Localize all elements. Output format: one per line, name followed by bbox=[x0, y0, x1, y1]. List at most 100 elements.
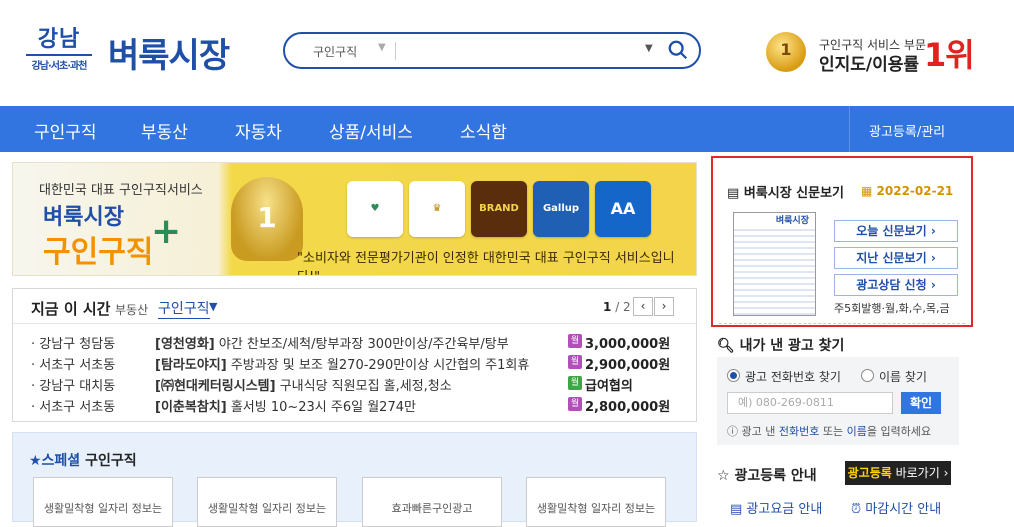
banner-line3: 구인구직 bbox=[43, 235, 154, 270]
nav-item-cars[interactable]: 자동차 bbox=[235, 118, 282, 143]
logo-gangnam-text: 강남 bbox=[37, 27, 81, 52]
newspaper-date-text: 2022-02-21 bbox=[876, 184, 954, 198]
gangnam-logo[interactable]: 강남 강남·서초·과천 bbox=[26, 28, 92, 72]
register-shortcut-button[interactable]: 광고등록 바로가기 › bbox=[845, 461, 951, 485]
special-card[interactable]: 생활밀착형 일자리 정보는 bbox=[526, 477, 666, 527]
nav-item-goods[interactable]: 상품/서비스 bbox=[329, 118, 413, 143]
pager: 1 / 2 bbox=[603, 300, 631, 314]
next-page-button[interactable]: › bbox=[654, 297, 674, 316]
nav-item-jobs[interactable]: 구인구직 bbox=[34, 118, 97, 143]
listing-row[interactable]: · 서초구 서초동 [탐라도야지] 주방과장 및 보조 월270-290만이상 … bbox=[13, 352, 696, 373]
now-listing-box: 지금 이 시간 부동산 구인구직 ▼ 1 / 2 ‹ › · 강남구 청담동 [… bbox=[12, 288, 697, 422]
hint-phone: 전화번호 bbox=[778, 425, 820, 438]
award-badge-brand: BRAND bbox=[471, 181, 527, 237]
prev-page-button[interactable]: ‹ bbox=[633, 297, 653, 316]
publish-schedule: 주5회발행·월,화,수,목,금 bbox=[834, 302, 950, 315]
pager-total: / 2 bbox=[615, 300, 631, 314]
award-badge-crown-icon: ♛ bbox=[409, 181, 465, 237]
pay-type-badge: 월 bbox=[568, 376, 582, 390]
now-tab-jobs[interactable]: 구인구직 bbox=[158, 298, 210, 319]
ad-price-link-text: 광고요금 안내 bbox=[746, 502, 823, 517]
dropdown-arrow-icon[interactable]: ▼ bbox=[645, 43, 653, 54]
ad-consult-button[interactable]: 광고상담 신청 › bbox=[834, 274, 958, 296]
listing-location: · 서초구 서초동 bbox=[31, 358, 116, 373]
caret-down-icon[interactable]: ▼ bbox=[209, 300, 217, 313]
star-icon: ☆ bbox=[717, 468, 735, 484]
newspaper-inner: ▤ 벼룩시장 신문보기 ▦ 2022-02-21 벼룩시장 오늘 신문보기 › … bbox=[719, 162, 965, 324]
medal-number: 1 bbox=[780, 40, 792, 59]
listing-text: 구내식당 직원모집 홀,세정,청소 bbox=[275, 379, 452, 394]
listing-location: · 강남구 대치동 bbox=[31, 379, 116, 394]
best-medal-icon: 1 bbox=[766, 32, 806, 72]
pager-current: 1 bbox=[603, 300, 612, 314]
register-btn-highlight: 광고등록 bbox=[847, 466, 892, 480]
pay-type-badge: 월 bbox=[568, 334, 582, 348]
trophy-number: 1 bbox=[257, 201, 277, 234]
pay-type-badge: 월 bbox=[568, 397, 582, 411]
find-ad-title: 🔍︎ 내가 낸 광고 찾기 bbox=[717, 335, 844, 355]
phone-search-radio[interactable] bbox=[727, 369, 740, 382]
promo-banner[interactable]: 대한민국 대표 구인구직서비스 벼룩시장 구인구직 + 1 ♥ ♛ BRAND … bbox=[12, 162, 697, 276]
site-logo[interactable]: 벼룩시장 bbox=[108, 28, 230, 77]
search-bar: 구인구직 ▼ ▼ bbox=[283, 32, 701, 69]
special-title: ★스페셜 구인구직 bbox=[29, 450, 137, 470]
listing-row[interactable]: · 강남구 대치동 [㈜현대케터링시스템] 구내식당 직원모집 홀,세정,청소 … bbox=[13, 373, 696, 394]
find-ad-box: 광고 전화번호 찾기 이름 찾기 예) 080-269-0811 확인 ⓘ 광고… bbox=[717, 357, 959, 445]
nav-item-realestate[interactable]: 부동산 bbox=[141, 118, 188, 143]
phone-input[interactable]: 예) 080-269-0811 bbox=[727, 392, 893, 414]
newspaper-thumbnail[interactable]: 벼룩시장 bbox=[733, 212, 816, 316]
award-badge-aa: AA bbox=[595, 181, 651, 237]
calendar-icon: ▦ bbox=[861, 184, 877, 198]
ad-price-link[interactable]: ▤ 광고요금 안내 bbox=[730, 498, 822, 517]
listing-desc: [이춘복참치] 홀서빙 10~23시 주6일 월274만 bbox=[155, 396, 416, 415]
banner-line1: 대한민국 대표 구인구직서비스 bbox=[39, 183, 203, 198]
special-section: ★스페셜 구인구직 생활밀착형 일자리 정보는 생활밀착형 일자리 정보는 효과… bbox=[12, 432, 697, 527]
listing-amount: 급여협의 bbox=[585, 379, 633, 394]
listing-company: [탐라도야지] bbox=[155, 358, 227, 373]
listing-amount: 2,900,000원 bbox=[585, 358, 671, 373]
listing-row[interactable]: · 서초구 서초동 [이춘복참치] 홀서빙 10~23시 주6일 월274만 월… bbox=[13, 394, 696, 415]
search-category-select[interactable]: 구인구직 bbox=[313, 43, 357, 60]
nav-item-news[interactable]: 소식함 bbox=[460, 118, 507, 143]
register-btn-text: 바로가기 › bbox=[891, 466, 949, 480]
special-card[interactable]: 생활밀착형 일자리 정보는 bbox=[197, 477, 337, 527]
hint-name: 이름 bbox=[846, 425, 867, 438]
name-search-label[interactable]: 이름 찾기 bbox=[879, 368, 927, 385]
listing-row[interactable]: · 강남구 청담동 [영천영화] 야간 찬보조/세척/탕부과장 300만이상/주… bbox=[13, 331, 696, 352]
trophy-icon: 1 bbox=[231, 177, 303, 261]
pay-type-badge: 월 bbox=[568, 355, 582, 369]
listing-text: 주방과장 및 보조 월270-290만이상 시간협의 주1회휴 bbox=[226, 358, 530, 373]
phone-search-label[interactable]: 광고 전화번호 찾기 bbox=[745, 368, 841, 385]
now-title: 지금 이 시간 bbox=[31, 300, 111, 318]
past-paper-button[interactable]: 지난 신문보기 › bbox=[834, 247, 958, 269]
listing-desc: [탐라도야지] 주방과장 및 보조 월270-290만이상 시간협의 주1회휴 bbox=[155, 354, 529, 373]
newspaper-box: ▤ 벼룩시장 신문보기 ▦ 2022-02-21 벼룩시장 오늘 신문보기 › … bbox=[711, 156, 973, 327]
listing-text: 홀서빙 10~23시 주6일 월274만 bbox=[226, 400, 416, 415]
search-icon[interactable] bbox=[667, 38, 689, 62]
special-card[interactable]: 효과빠른구인광고 bbox=[362, 477, 502, 527]
listing-text: 야간 찬보조/세척/탕부과장 300만이상/주간육부/탕부 bbox=[214, 337, 509, 352]
deadline-link[interactable]: ⏰︎ 마감시간 안내 bbox=[851, 498, 941, 517]
register-title: ☆ 광고등록 안내 bbox=[717, 465, 817, 485]
listing-location: · 강남구 청담동 bbox=[31, 337, 116, 352]
search-icon: 🔍︎ bbox=[717, 338, 740, 354]
deadline-link-text: 마감시간 안내 bbox=[865, 502, 942, 517]
find-ad-title-text: 내가 낸 광고 찾기 bbox=[739, 338, 845, 354]
ad-admin-link[interactable]: 광고등록/관리 bbox=[869, 121, 945, 140]
listing-desc: [영천영화] 야간 찬보조/세척/탕부과장 300만이상/주간육부/탕부 bbox=[155, 333, 509, 352]
register-title-text: 광고등록 안내 bbox=[734, 468, 817, 484]
divider bbox=[395, 42, 396, 60]
chevron-down-icon[interactable]: ▼ bbox=[378, 42, 386, 53]
now-tab-realestate[interactable]: 부동산 bbox=[115, 301, 148, 318]
special-card[interactable]: 생활밀착형 일자리 정보는 bbox=[33, 477, 173, 527]
find-hint: ⓘ 광고 낸 전화번호 또는 이름을 입력하세요 bbox=[727, 423, 931, 439]
newspaper-title-text: 벼룩시장 신문보기 bbox=[743, 186, 845, 201]
newspaper-date: ▦ 2022-02-21 bbox=[861, 184, 953, 198]
name-search-radio[interactable] bbox=[861, 369, 874, 382]
confirm-button[interactable]: 확인 bbox=[901, 392, 941, 414]
rank-title: 인지도/이용률 bbox=[819, 55, 920, 75]
clock-icon: ⏰︎ bbox=[851, 502, 866, 517]
listing-company: [영천영화] bbox=[155, 337, 215, 352]
today-paper-button[interactable]: 오늘 신문보기 › bbox=[834, 220, 958, 242]
document-icon: ▤ bbox=[727, 186, 744, 201]
